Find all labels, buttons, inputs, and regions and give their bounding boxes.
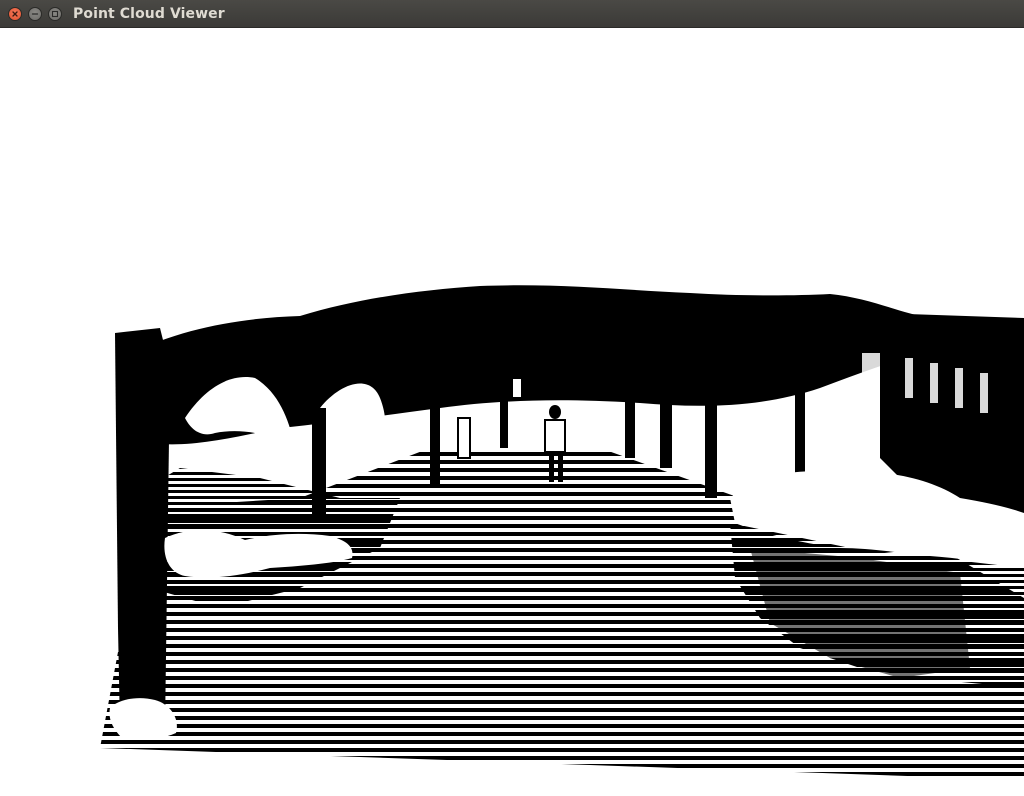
close-icon [12,11,18,17]
title-bar[interactable]: Point Cloud Viewer [0,0,1024,28]
application-window: Point Cloud Viewer [0,0,1024,796]
close-button[interactable] [8,7,22,21]
minimize-button[interactable] [28,7,42,21]
point-cloud-canvas[interactable] [0,28,1024,796]
maximize-icon [51,10,59,18]
window-title: Point Cloud Viewer [73,6,225,22]
maximize-button[interactable] [48,7,62,21]
minimize-icon [31,13,39,15]
point-cloud-viewport[interactable] [0,28,1024,796]
